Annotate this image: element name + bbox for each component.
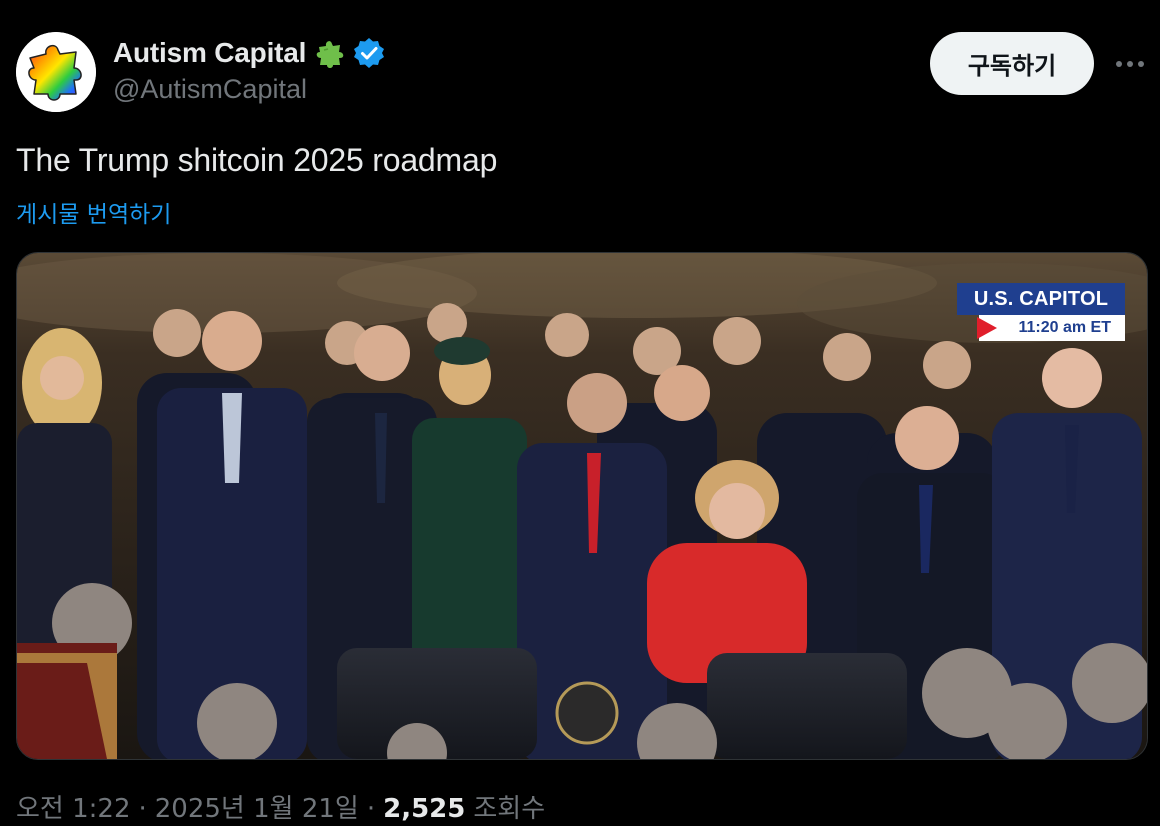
news-location-label: U.S. CAPITOL [957,283,1125,315]
news-location-overlay: U.S. CAPITOL 11:20 am ET [957,283,1125,341]
play-arrow-icon [977,317,997,339]
news-time-text: 11:20 am ET [1018,319,1112,336]
author-display-name[interactable]: Autism Capital [113,37,306,69]
puzzle-piece-icon [314,36,348,70]
tweet: Autism Capital @AutismCapital 구독하기 The T… [0,0,1160,826]
media-video[interactable]: U.S. CAPITOL 11:20 am ET [16,252,1148,760]
author-block: Autism Capital @AutismCapital [113,34,386,105]
post-date[interactable]: 2025년 1월 21일 [155,788,359,825]
meta-separator: · [366,794,376,824]
post-time[interactable]: 오전 1:22 [16,788,131,825]
verified-badge-icon [352,36,386,70]
rainbow-puzzle-piece-icon [16,32,96,112]
news-time-label: 11:20 am ET [977,315,1125,341]
views-label: 조회수 [473,794,546,824]
tweet-text: The Trump shitcoin 2025 roadmap [16,142,498,178]
tweet-meta: 오전 1:22 · 2025년 1월 21일 · 2,525 조회수 [16,788,545,825]
views-count: 2,525 [383,794,466,824]
meta-separator: · [138,794,147,824]
subscribe-button[interactable]: 구독하기 [930,32,1094,95]
translate-post-link[interactable]: 게시물 번역하기 [16,195,171,229]
more-icon[interactable] [1110,48,1150,80]
avatar[interactable] [16,32,96,112]
author-name-row: Autism Capital [113,34,386,72]
author-handle[interactable]: @AutismCapital [113,74,386,105]
